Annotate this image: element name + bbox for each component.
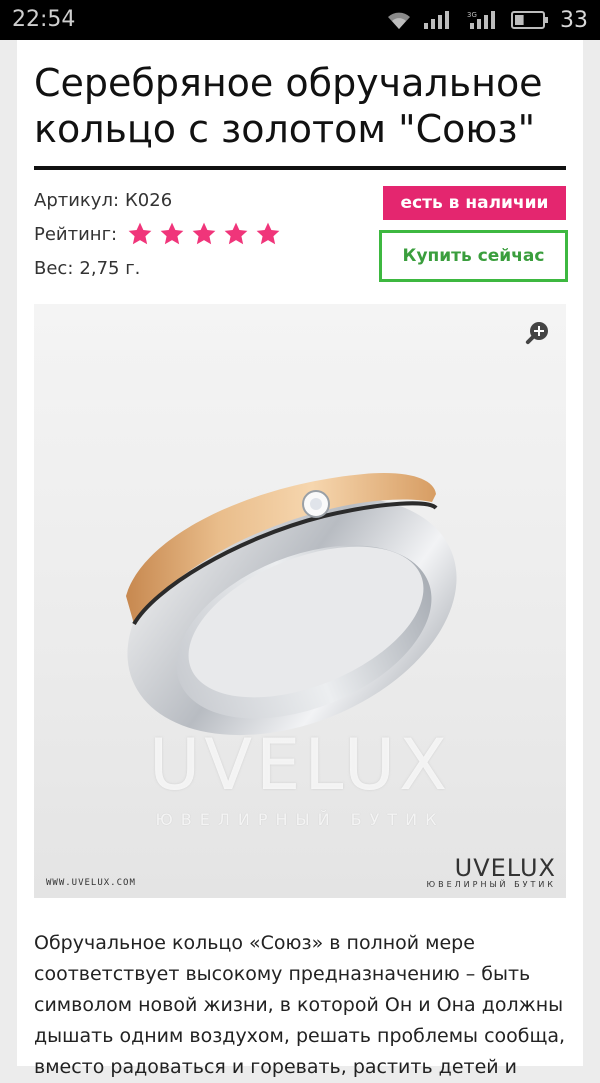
watermark-brand: UVELUX — [148, 724, 452, 806]
weight-row: Вес: 2,75 г. — [34, 258, 140, 279]
battery-icon — [511, 11, 548, 29]
brand-logo: UVELUX ЮВЕЛИРНЫЙ БУТИК — [426, 856, 556, 889]
image-site-url: WWW.UVELUX.COM — [46, 878, 136, 888]
rating-star-icon — [192, 222, 216, 245]
product-title: Серебряное обручальное кольцо с золотом … — [34, 61, 543, 151]
product-description: Обручальное кольцо «Союз» в полной мере … — [34, 932, 566, 1078]
sku-label: Артикул: — [34, 190, 120, 211]
status-time: 22:54 — [12, 7, 76, 32]
rating-stars — [127, 221, 281, 247]
weight-value: 2,75 г. — [79, 258, 141, 279]
weight-label: Вес: — [34, 258, 74, 279]
product-image[interactable]: UVELUX ЮВЕЛИРНЫЙ БУТИК WWW.UVELUX.COM UV… — [34, 304, 566, 898]
rating-row: Рейтинг: — [34, 221, 281, 247]
watermark-subtitle: ЮВЕЛИРНЫЙ БУТИК — [155, 810, 445, 829]
brand-logo-name: UVELUX — [454, 854, 556, 882]
wifi-icon — [388, 12, 410, 29]
sku-value: К026 — [125, 190, 173, 211]
rating-label: Рейтинг: — [34, 223, 118, 245]
brand-logo-subtitle: ЮВЕЛИРНЫЙ БУТИК — [426, 880, 556, 889]
buy-now-button[interactable]: Купить сейчас — [379, 230, 568, 282]
rating-star-icon — [256, 222, 280, 245]
in-stock-badge: есть в наличии — [383, 186, 566, 220]
rating-star-icon — [128, 222, 152, 245]
title-divider — [34, 166, 566, 170]
rating-star-icon — [160, 222, 184, 245]
rating-star-icon — [224, 222, 248, 245]
product-card: Серебряное обручальное кольцо с золотом … — [17, 40, 583, 1078]
battery-percent: 33 — [560, 7, 588, 33]
status-bar: 22:54 3G 33 — [0, 0, 600, 40]
ring-photo — [126, 473, 457, 736]
status-icons: 3G 33 — [386, 6, 588, 34]
sku-row: Артикул: К026 — [34, 190, 172, 211]
signal-icon — [424, 11, 449, 29]
svg-text:3G: 3G — [467, 11, 477, 19]
zoom-in-icon[interactable] — [522, 318, 552, 348]
signal-3g-icon: 3G — [467, 11, 495, 29]
